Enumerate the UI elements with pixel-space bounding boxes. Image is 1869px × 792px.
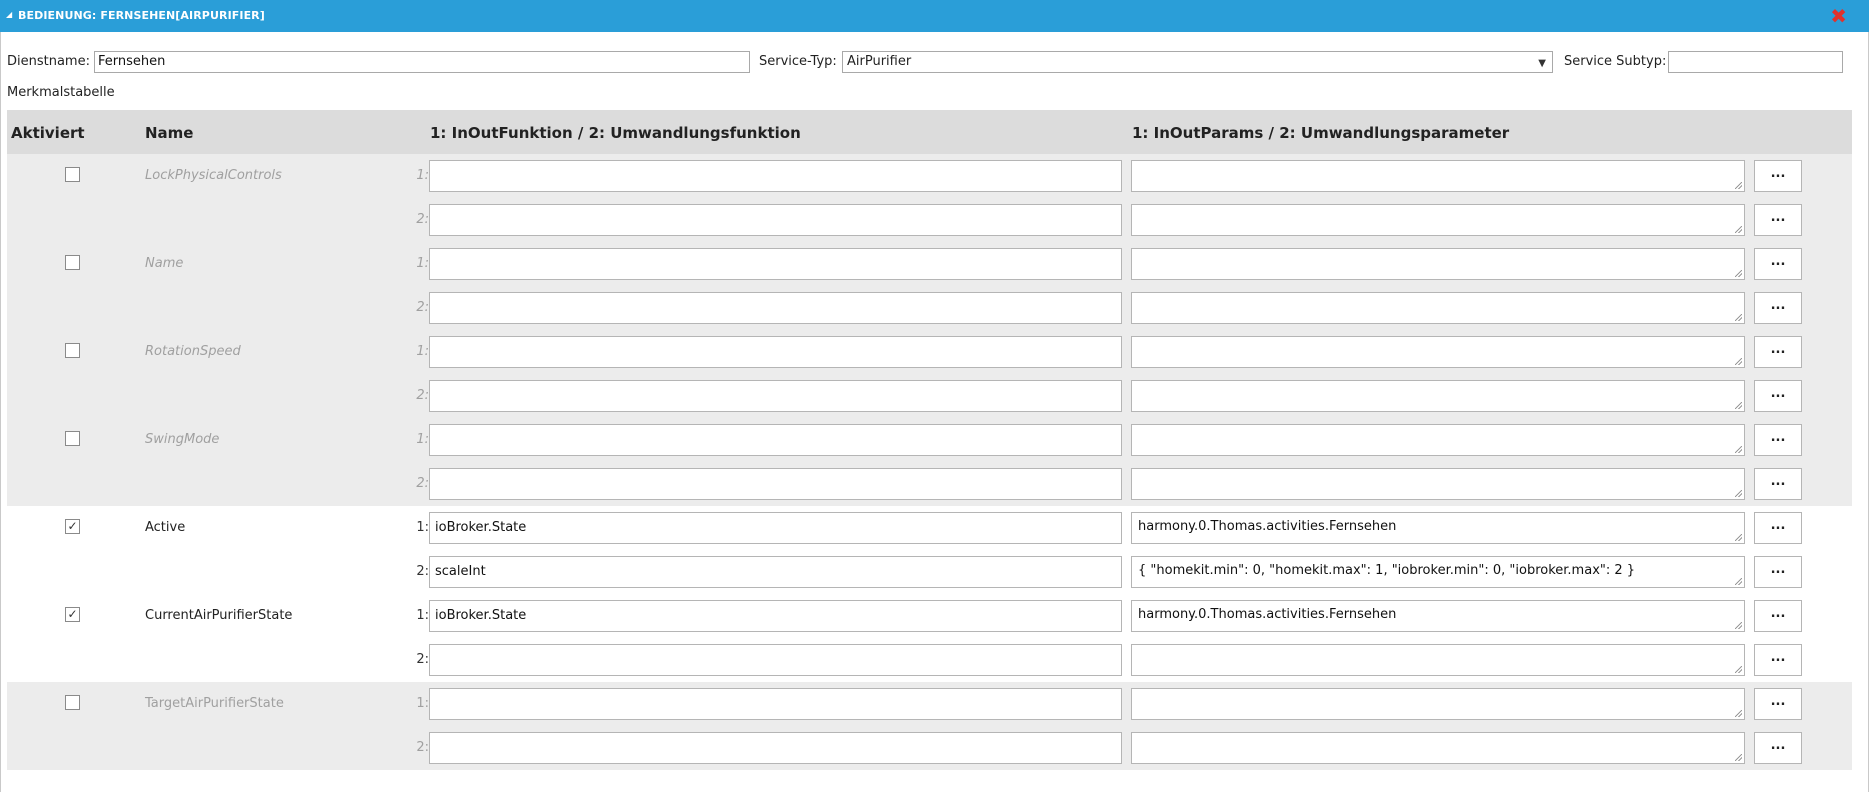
header-function: 1: InOutFunktion / 2: Umwandlungsfunktio… (430, 124, 801, 142)
characteristic-group: ✓ CurrentAirPurifierState 1: ioBroker.St… (7, 594, 1852, 682)
characteristic-name: SwingMode (145, 432, 220, 447)
more-button[interactable]: ... (1754, 688, 1802, 720)
characteristic-group: TargetAirPurifierState 1: ... 2: ... (7, 682, 1852, 770)
row-label: 1: (416, 520, 429, 535)
params-textarea[interactable] (1131, 468, 1745, 500)
function-input[interactable]: ioBroker.State (429, 600, 1122, 632)
params-textarea[interactable] (1131, 204, 1745, 236)
row-label: 1: (416, 696, 429, 711)
row-label: 2: (416, 388, 429, 403)
more-button[interactable]: ... (1754, 424, 1802, 456)
service-name-input[interactable]: Fernsehen (94, 51, 750, 73)
more-button[interactable]: ... (1754, 160, 1802, 192)
function-input[interactable] (429, 732, 1122, 764)
service-type-label: Service-Typ: (759, 54, 837, 69)
function-input[interactable] (429, 248, 1122, 280)
function-input[interactable] (429, 160, 1122, 192)
more-button[interactable]: ... (1754, 512, 1802, 544)
function-input[interactable]: scaleInt (429, 556, 1122, 588)
params-textarea[interactable]: { "homekit.min": 0, "homekit.max": 1, "i… (1131, 556, 1745, 588)
window-title: BEDIENUNG: FERNSEHEN[AIRPURIFIER] (18, 9, 265, 22)
active-checkbox[interactable] (65, 167, 80, 182)
row-label: 2: (416, 212, 429, 227)
params-textarea[interactable] (1131, 160, 1745, 192)
more-button[interactable]: ... (1754, 248, 1802, 280)
more-button[interactable]: ... (1754, 204, 1802, 236)
params-textarea[interactable] (1131, 380, 1745, 412)
characteristic-group: LockPhysicalControls 1: ... 2: ... (7, 154, 1852, 242)
header-active: Aktiviert (11, 124, 85, 142)
characteristic-group: Name 1: ... 2: ... (7, 242, 1852, 330)
collapse-icon[interactable]: ◢ (6, 10, 12, 19)
more-button[interactable]: ... (1754, 644, 1802, 676)
params-textarea[interactable] (1131, 424, 1745, 456)
function-input[interactable] (429, 204, 1122, 236)
service-type-value: AirPurifier (847, 54, 912, 69)
params-textarea[interactable] (1131, 688, 1745, 720)
active-checkbox[interactable]: ✓ (65, 607, 80, 622)
active-checkbox[interactable]: ✓ (65, 519, 80, 534)
function-input[interactable] (429, 644, 1122, 676)
characteristic-name: RotationSpeed (145, 344, 241, 359)
row-label: 2: (416, 740, 429, 755)
dropdown-arrow-icon: ▼ (1538, 58, 1546, 69)
characteristic-group: RotationSpeed 1: ... 2: ... (7, 330, 1852, 418)
params-textarea[interactable]: harmony.0.Thomas.activities.Fernsehen (1131, 512, 1745, 544)
row-label: 1: (416, 256, 429, 271)
function-input[interactable] (429, 380, 1122, 412)
active-checkbox[interactable] (65, 695, 80, 710)
active-checkbox[interactable] (65, 431, 80, 446)
function-input[interactable] (429, 292, 1122, 324)
params-textarea[interactable] (1131, 248, 1745, 280)
table-header: Aktiviert Name 1: InOutFunktion / 2: Umw… (7, 110, 1852, 154)
more-button[interactable]: ... (1754, 732, 1802, 764)
service-subtype-input[interactable] (1668, 51, 1843, 73)
row-label: 2: (416, 476, 429, 491)
service-type-select[interactable]: AirPurifier ▼ (842, 51, 1553, 73)
header-name: Name (145, 124, 194, 142)
service-subtype-label: Service Subtyp: (1564, 54, 1667, 69)
function-input[interactable]: ioBroker.State (429, 512, 1122, 544)
more-button[interactable]: ... (1754, 380, 1802, 412)
params-textarea[interactable] (1131, 732, 1745, 764)
function-input[interactable] (429, 336, 1122, 368)
table-title: Merkmalstabelle (7, 85, 115, 100)
params-textarea[interactable] (1131, 292, 1745, 324)
characteristic-group: ✓ Active 1: ioBroker.State harmony.0.Tho… (7, 506, 1852, 594)
more-button[interactable]: ... (1754, 600, 1802, 632)
params-textarea[interactable] (1131, 336, 1745, 368)
row-label: 1: (416, 168, 429, 183)
characteristic-name: TargetAirPurifierState (145, 696, 284, 711)
window-titlebar: ◢ BEDIENUNG: FERNSEHEN[AIRPURIFIER] ✖ (0, 0, 1869, 32)
more-button[interactable]: ... (1754, 336, 1802, 368)
active-checkbox[interactable] (65, 255, 80, 270)
service-name-label: Dienstname: (7, 54, 90, 69)
characteristic-name: Active (145, 520, 186, 535)
characteristic-name: LockPhysicalControls (145, 168, 282, 183)
more-button[interactable]: ... (1754, 292, 1802, 324)
active-checkbox[interactable] (65, 343, 80, 358)
function-input[interactable] (429, 468, 1122, 500)
params-textarea[interactable]: harmony.0.Thomas.activities.Fernsehen (1131, 600, 1745, 632)
characteristic-name: Name (145, 256, 184, 271)
row-label: 1: (416, 432, 429, 447)
row-label: 2: (416, 564, 429, 579)
row-label: 1: (416, 608, 429, 623)
row-label: 1: (416, 344, 429, 359)
characteristic-group: SwingMode 1: ... 2: ... (7, 418, 1852, 506)
characteristic-name: CurrentAirPurifierState (145, 608, 293, 623)
params-textarea[interactable] (1131, 644, 1745, 676)
more-button[interactable]: ... (1754, 468, 1802, 500)
header-params: 1: InOutParams / 2: Umwandlungsparameter (1132, 124, 1510, 142)
more-button[interactable]: ... (1754, 556, 1802, 588)
row-label: 2: (416, 652, 429, 667)
row-label: 2: (416, 300, 429, 315)
function-input[interactable] (429, 424, 1122, 456)
close-icon[interactable]: ✖ (1830, 5, 1847, 27)
function-input[interactable] (429, 688, 1122, 720)
